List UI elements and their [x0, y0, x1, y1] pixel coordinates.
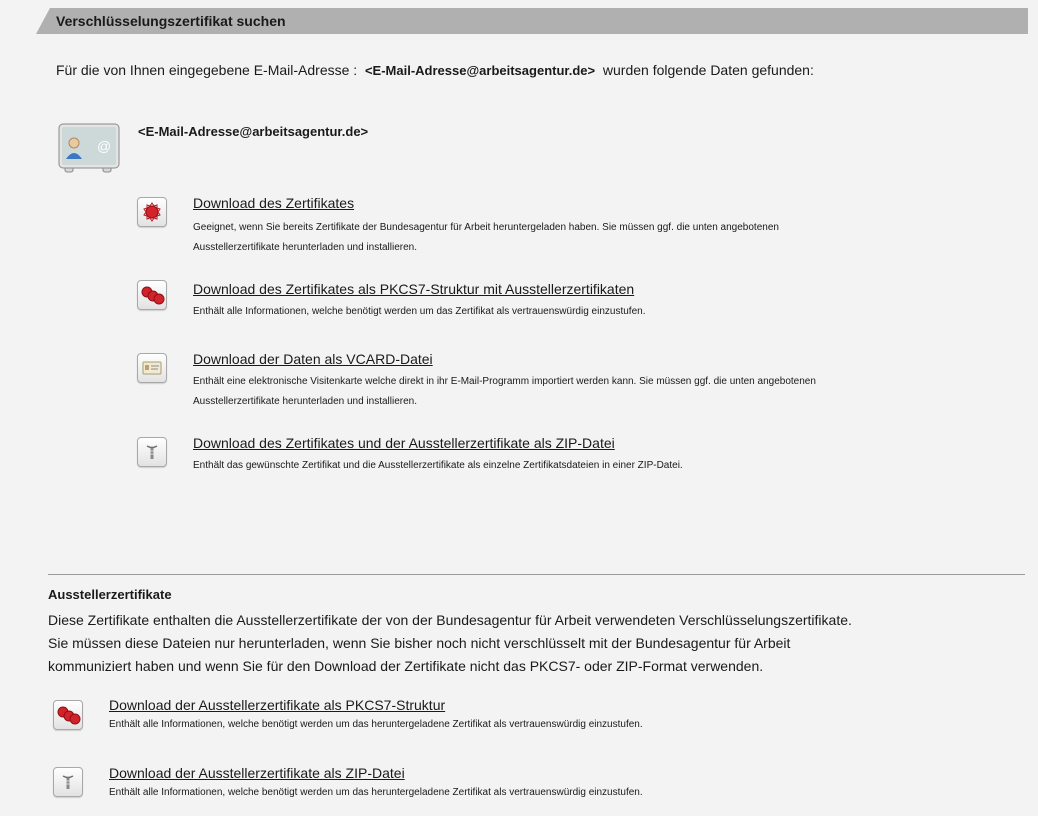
- address-card-icon: @: [57, 121, 121, 173]
- download-issuer-zip-link[interactable]: Download der Ausstellerzertifikate als Z…: [109, 765, 405, 781]
- certificate-chain-icon[interactable]: [137, 280, 167, 310]
- svg-text:@: @: [97, 138, 111, 154]
- download-issuer-pkcs7-desc: Enthält alle Informationen, welche benöt…: [109, 719, 643, 730]
- download-certificate-desc: Geeignet, wenn Sie bereits Zertifikate d…: [193, 222, 779, 253]
- download-certificate-link[interactable]: Download des Zertifikates: [193, 195, 354, 211]
- intro-suffix: wurden folgende Daten gefunden:: [602, 62, 814, 78]
- download-issuer-pkcs7-link[interactable]: Download der Ausstellerzertifikate als P…: [109, 697, 445, 713]
- download-issuer-zip-desc: Enthält alle Informationen, welche benöt…: [109, 787, 643, 798]
- download-zip-desc: Enthält das gewünschte Zertifikat und di…: [193, 460, 683, 471]
- found-email: <E-Mail-Adresse@arbeitsagentur.de>: [138, 124, 369, 139]
- certificate-seal-icon[interactable]: [137, 197, 167, 227]
- zip-archive-icon[interactable]: [137, 437, 167, 467]
- intro-prefix: Für die von Ihnen eingegebene E-Mail-Adr…: [56, 62, 358, 78]
- issuer-section-title: Ausstellerzertifikate: [48, 587, 172, 602]
- section-divider: [48, 574, 1025, 575]
- download-zip-link[interactable]: Download des Zertifikates und der Ausste…: [193, 435, 615, 451]
- intro-email: <E-Mail-Adresse@arbeitsagentur.de>: [364, 63, 596, 78]
- vcard-icon[interactable]: [137, 353, 167, 383]
- download-vcard-desc: Enthält eine elektronische Visitenkarte …: [193, 376, 816, 407]
- page-title: Verschlüsselungszertifikat suchen: [56, 13, 286, 29]
- issuer-section-desc: Diese Zertifikate enthalten die Ausstell…: [48, 612, 852, 674]
- download-vcard-link[interactable]: Download der Daten als VCARD-Datei: [193, 351, 433, 367]
- download-pkcs7-link[interactable]: Download des Zertifikates als PKCS7-Stru…: [193, 281, 634, 297]
- download-pkcs7-desc: Enthält alle Informationen, welche benöt…: [193, 306, 646, 317]
- certificate-chain-icon[interactable]: [53, 700, 83, 730]
- intro-text: Für die von Ihnen eingegebene E-Mail-Adr…: [56, 62, 814, 78]
- zip-archive-icon[interactable]: [53, 767, 83, 797]
